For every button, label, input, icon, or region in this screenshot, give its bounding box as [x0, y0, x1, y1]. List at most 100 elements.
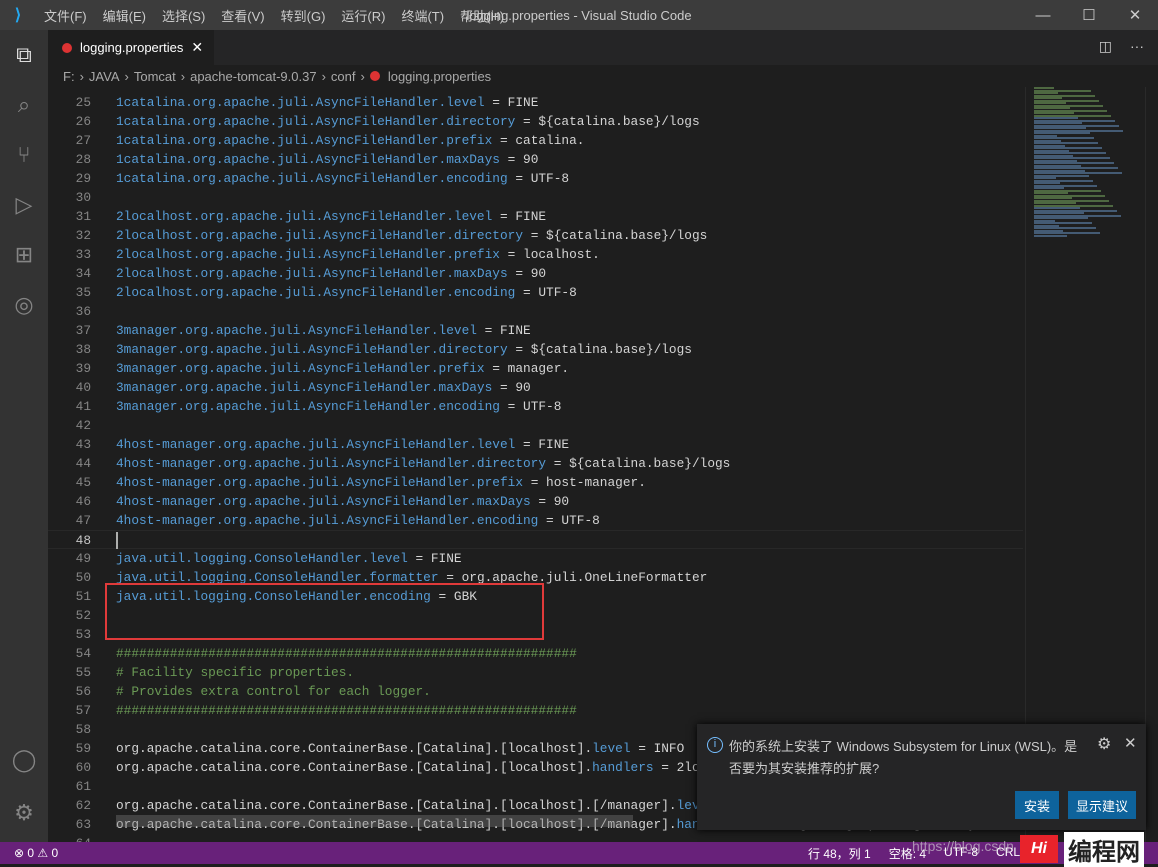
code-line[interactable]: 64 [48, 834, 1023, 842]
code-line[interactable]: 42 [48, 416, 1023, 435]
vertical-scrollbar[interactable] [1145, 87, 1158, 842]
code-line[interactable]: 36 [48, 302, 1023, 321]
code-line[interactable]: 43 4host-manager.org.apache.juli.AsyncFil… [48, 435, 1023, 454]
line-number: 32 [75, 228, 91, 243]
code-line[interactable]: 56 # Provides extra control for each logg… [48, 682, 1023, 701]
code-line[interactable]: 28 1catalina.org.apache.juli.AsyncFileHan… [48, 150, 1023, 169]
menu-edit[interactable]: 编辑(E) [103, 9, 146, 24]
line-number: 56 [75, 684, 91, 699]
property-value: = UTF-8 [499, 399, 562, 414]
line-content: 4host-manager.org.apache.juli.AsyncFileH… [116, 511, 600, 530]
code-line[interactable]: 26 1catalina.org.apache.juli.AsyncFileHan… [48, 112, 1023, 131]
code-line[interactable]: 30 [48, 188, 1023, 207]
breadcrumb-item[interactable]: JAVA [89, 69, 120, 84]
menu-file[interactable]: 文件(F) [44, 9, 87, 24]
search-icon[interactable]: ⌕ [0, 80, 48, 130]
code-line[interactable]: 45 4host-manager.org.apache.juli.AsyncFil… [48, 473, 1023, 492]
breadcrumb-item[interactable]: F: [63, 69, 75, 84]
line-number: 28 [75, 152, 91, 167]
code-line[interactable]: 29 1catalina.org.apache.juli.AsyncFileHan… [48, 169, 1023, 188]
property-value: = ${catalina.base}/logs [515, 114, 700, 129]
gear-icon[interactable]: ⚙ [1097, 734, 1111, 754]
maximize-button[interactable]: ☐ [1066, 0, 1112, 30]
line-number: 34 [75, 266, 91, 281]
line-number: 43 [75, 437, 91, 452]
problems-indicator[interactable]: ⊗ 0 ⚠ 0 [14, 846, 58, 860]
close-tab-icon[interactable]: ✕ [191, 39, 203, 56]
close-icon[interactable]: ✕ [1124, 734, 1137, 752]
more-actions-icon[interactable]: ··· [1130, 38, 1144, 55]
install-button[interactable]: 安装 [1015, 791, 1059, 819]
code-line[interactable]: 32 2localhost.org.apache.juli.AsyncFileHa… [48, 226, 1023, 245]
line-number: 51 [75, 589, 91, 604]
run-debug-icon[interactable]: ▷ [0, 180, 48, 230]
property-key: 2localhost.org.apache.juli.AsyncFileHand… [116, 285, 516, 300]
minimap-line [1034, 234, 1067, 237]
line-number: 50 [75, 570, 91, 585]
breadcrumb-item[interactable]: conf [331, 69, 356, 84]
menu-terminal[interactable]: 终端(T) [401, 9, 444, 24]
code-line[interactable]: 49 java.util.logging.ConsoleHandler.level… [48, 549, 1023, 568]
code-line[interactable]: 38 3manager.org.apache.juli.AsyncFileHand… [48, 340, 1023, 359]
menu-view[interactable]: 查看(V) [221, 9, 264, 24]
split-editor-icon[interactable]: ◫ [1099, 38, 1112, 55]
code-line[interactable]: 48 [48, 530, 1023, 549]
code-line[interactable]: 39 3manager.org.apache.juli.AsyncFileHand… [48, 359, 1023, 378]
property-value: = manager. [484, 361, 570, 376]
code-line[interactable]: 31 2localhost.org.apache.juli.AsyncFileHa… [48, 207, 1023, 226]
breadcrumb-item[interactable]: apache-tomcat-9.0.37 [190, 69, 316, 84]
cursor-position[interactable]: 行 48，列 1 [808, 845, 871, 862]
chevron-right-icon: › [180, 68, 186, 84]
code-line[interactable]: 40 3manager.org.apache.juli.AsyncFileHand… [48, 378, 1023, 397]
line-number: 64 [48, 834, 91, 842]
breadcrumb-item[interactable]: Tomcat [134, 69, 176, 84]
line-number: 44 [75, 456, 91, 471]
remote-explorer-icon[interactable]: ◎ [0, 280, 48, 330]
breadcrumb-item[interactable]: logging.properties [388, 69, 491, 84]
code-line[interactable]: 54 ######################################… [48, 644, 1023, 663]
explorer-icon[interactable]: ⧉ [0, 30, 48, 80]
info-icon: i [707, 737, 723, 753]
property-key: 1catalina.org.apache.juli.AsyncFileHandl… [116, 114, 516, 129]
file-type-icon [369, 71, 380, 81]
code-line[interactable]: 34 2localhost.org.apache.juli.AsyncFileHa… [48, 264, 1023, 283]
code-line[interactable]: 25 1catalina.org.apache.juli.AsyncFileHan… [48, 93, 1023, 112]
extensions-icon[interactable]: ⊞ [0, 230, 48, 280]
property-key: 2localhost.org.apache.juli.AsyncFileHand… [116, 266, 508, 281]
code-line[interactable]: 44 4host-manager.org.apache.juli.AsyncFil… [48, 454, 1023, 473]
code-line[interactable]: 37 3manager.org.apache.juli.AsyncFileHand… [48, 321, 1023, 340]
minimize-button[interactable]: — [1020, 0, 1066, 30]
menu-go[interactable]: 转到(G) [281, 9, 326, 24]
line-number: 27 [75, 133, 91, 148]
horizontal-scrollbar[interactable] [116, 815, 633, 827]
property-value: = 90 [530, 494, 570, 509]
line-number: 30 [75, 190, 91, 205]
code-line[interactable]: 41 3manager.org.apache.juli.AsyncFileHand… [48, 397, 1023, 416]
line-content: java.util.logging.ConsoleHandler.level =… [116, 549, 462, 568]
property-key: 1catalina.org.apache.juli.AsyncFileHandl… [116, 152, 500, 167]
code-line[interactable]: 33 2localhost.org.apache.juli.AsyncFileHa… [48, 245, 1023, 264]
tab-bar: logging.properties ✕ ◫ ··· [48, 30, 1158, 65]
show-recommendations-button[interactable]: 显示建议 [1068, 791, 1136, 819]
code-line[interactable]: 47 4host-manager.org.apache.juli.AsyncFil… [48, 511, 1023, 530]
code-line[interactable]: 35 2localhost.org.apache.juli.AsyncFileHa… [48, 283, 1023, 302]
code-line[interactable]: 55 # Facility specific properties. [48, 663, 1023, 682]
code-line[interactable]: 57 ######################################… [48, 701, 1023, 720]
code-line[interactable]: 27 1catalina.org.apache.juli.AsyncFileHan… [48, 131, 1023, 150]
menu-selection[interactable]: 选择(S) [162, 9, 205, 24]
line-content: 3manager.org.apache.juli.AsyncFileHandle… [116, 378, 531, 397]
line-number: 58 [75, 722, 91, 737]
code-line[interactable]: 46 4host-manager.org.apache.juli.AsyncFil… [48, 492, 1023, 511]
gear-icon[interactable]: ⚙ [0, 788, 48, 838]
line-number: 47 [75, 513, 91, 528]
source-control-icon[interactable]: ⑂ [0, 130, 48, 180]
line-number: 37 [75, 323, 91, 338]
line-content: 4host-manager.org.apache.juli.AsyncFileH… [116, 473, 646, 492]
menu-run[interactable]: 运行(R) [341, 9, 385, 24]
menu-help[interactable]: 帮助(H) [460, 9, 504, 24]
highlight-annotation-box [105, 583, 544, 640]
account-icon[interactable]: ◯ [0, 735, 48, 785]
line-number: 54 [75, 646, 91, 661]
tab-logging-properties[interactable]: logging.properties ✕ [48, 30, 214, 65]
close-window-button[interactable]: ✕ [1112, 0, 1158, 30]
